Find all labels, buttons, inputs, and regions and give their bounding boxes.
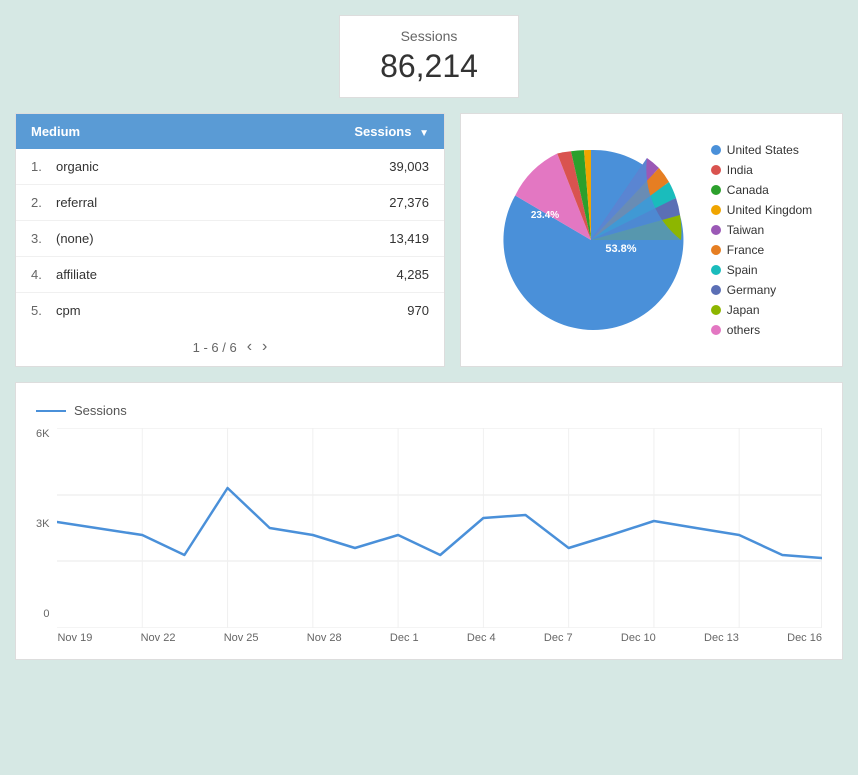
medium-table: Medium Sessions ▼ 1. organic 39,003 2. r… — [15, 113, 445, 367]
chart-title: Sessions — [74, 403, 127, 418]
legend-dot — [711, 325, 721, 335]
legend-label: Spain — [727, 263, 758, 277]
x-label-dec10: Dec 10 — [621, 632, 656, 644]
table-row: 4. affiliate 4,285 — [16, 257, 444, 293]
legend-label: Japan — [727, 303, 760, 317]
legend-label: others — [727, 323, 760, 337]
table-header: Medium Sessions ▼ — [16, 114, 444, 149]
x-label-nov25: Nov 25 — [224, 632, 259, 644]
sessions-card: Sessions 86,214 — [339, 15, 519, 98]
table-row: 2. referral 27,376 — [16, 185, 444, 221]
legend-dot — [711, 305, 721, 315]
chart-area — [57, 428, 822, 628]
legend-label: Germany — [727, 283, 776, 297]
legend-dot — [711, 205, 721, 215]
legend-dot — [711, 185, 721, 195]
row-num: 1. — [16, 149, 51, 184]
legend-item: Taiwan — [711, 223, 812, 237]
prev-page-button[interactable]: ‹ — [247, 338, 252, 356]
pie-center-label: 53.8% — [605, 243, 636, 255]
row-num: 2. — [16, 185, 51, 220]
col-medium-header: Medium — [16, 114, 314, 149]
row-medium: referral — [51, 185, 314, 220]
row-sessions: 39,003 — [314, 149, 444, 184]
x-label-dec7: Dec 7 — [544, 632, 573, 644]
sessions-line — [57, 488, 822, 558]
col-sessions-header: Sessions ▼ — [314, 114, 444, 149]
pagination-label: 1 - 6 / 6 — [193, 340, 237, 355]
chart-title-row: Sessions — [36, 403, 822, 418]
legend-item: United Kingdom — [711, 203, 812, 217]
legend-label: United States — [727, 143, 799, 157]
legend-dot — [711, 145, 721, 155]
legend-label: United Kingdom — [727, 203, 812, 217]
table-body: 1. organic 39,003 2. referral 27,376 3. … — [16, 149, 444, 328]
y-label-3k: 3K — [36, 518, 49, 530]
legend-label: Canada — [727, 183, 769, 197]
sort-icon: ▼ — [419, 128, 429, 139]
next-page-button[interactable]: › — [262, 338, 267, 356]
middle-section: Medium Sessions ▼ 1. organic 39,003 2. r… — [15, 113, 843, 367]
row-sessions: 13,419 — [314, 221, 444, 256]
legend-dot — [711, 285, 721, 295]
legend-item: Germany — [711, 283, 812, 297]
table-row: 1. organic 39,003 — [16, 149, 444, 185]
row-num: 3. — [16, 221, 51, 256]
legend-label: France — [727, 243, 764, 257]
row-sessions: 4,285 — [314, 257, 444, 292]
line-legend-icon — [36, 410, 66, 412]
legend-item: India — [711, 163, 812, 177]
table-row: 5. cpm 970 — [16, 293, 444, 328]
pie-pink-label: 23.4% — [531, 210, 559, 221]
legend-dot — [711, 245, 721, 255]
legend-item: others — [711, 323, 812, 337]
legend-item: Canada — [711, 183, 812, 197]
x-label-nov19: Nov 19 — [57, 632, 92, 644]
row-medium: cpm — [51, 293, 314, 328]
legend-label: Taiwan — [727, 223, 764, 237]
x-label-dec16: Dec 16 — [787, 632, 822, 644]
row-medium: organic — [51, 149, 314, 184]
row-medium: (none) — [51, 221, 314, 256]
y-label-0: 0 — [36, 608, 49, 620]
row-medium: affiliate — [51, 257, 314, 292]
pie-legend: United States India Canada United Kingdo… — [711, 143, 812, 337]
y-label-6k: 6K — [36, 428, 49, 440]
legend-item: France — [711, 243, 812, 257]
x-label-dec1: Dec 1 — [390, 632, 419, 644]
legend-label: India — [727, 163, 753, 177]
legend-dot — [711, 225, 721, 235]
x-label-nov22: Nov 22 — [141, 632, 176, 644]
row-num: 4. — [16, 257, 51, 292]
x-label-nov28: Nov 28 — [307, 632, 342, 644]
sessions-value: 86,214 — [380, 48, 478, 85]
legend-item: Japan — [711, 303, 812, 317]
legend-dot — [711, 265, 721, 275]
row-sessions: 27,376 — [314, 185, 444, 220]
pie-chart: 53.8% 23.4% — [491, 140, 691, 340]
table-row: 3. (none) 13,419 — [16, 221, 444, 257]
legend-item: Spain — [711, 263, 812, 277]
legend-item: United States — [711, 143, 812, 157]
x-label-dec4: Dec 4 — [467, 632, 496, 644]
x-label-dec13: Dec 13 — [704, 632, 739, 644]
sessions-label: Sessions — [380, 28, 478, 44]
legend-dot — [711, 165, 721, 175]
pie-chart-card: 53.8% 23.4% United States India Canada U… — [460, 113, 843, 367]
sessions-summary: Sessions 86,214 — [15, 15, 843, 98]
x-axis-labels: Nov 19 Nov 22 Nov 25 Nov 28 Dec 1 Dec 4 … — [57, 628, 822, 644]
row-sessions: 970 — [314, 293, 444, 328]
row-num: 5. — [16, 293, 51, 328]
line-chart-card: Sessions 6K 3K 0 — [15, 382, 843, 660]
pagination: 1 - 6 / 6 ‹ › — [16, 328, 444, 366]
